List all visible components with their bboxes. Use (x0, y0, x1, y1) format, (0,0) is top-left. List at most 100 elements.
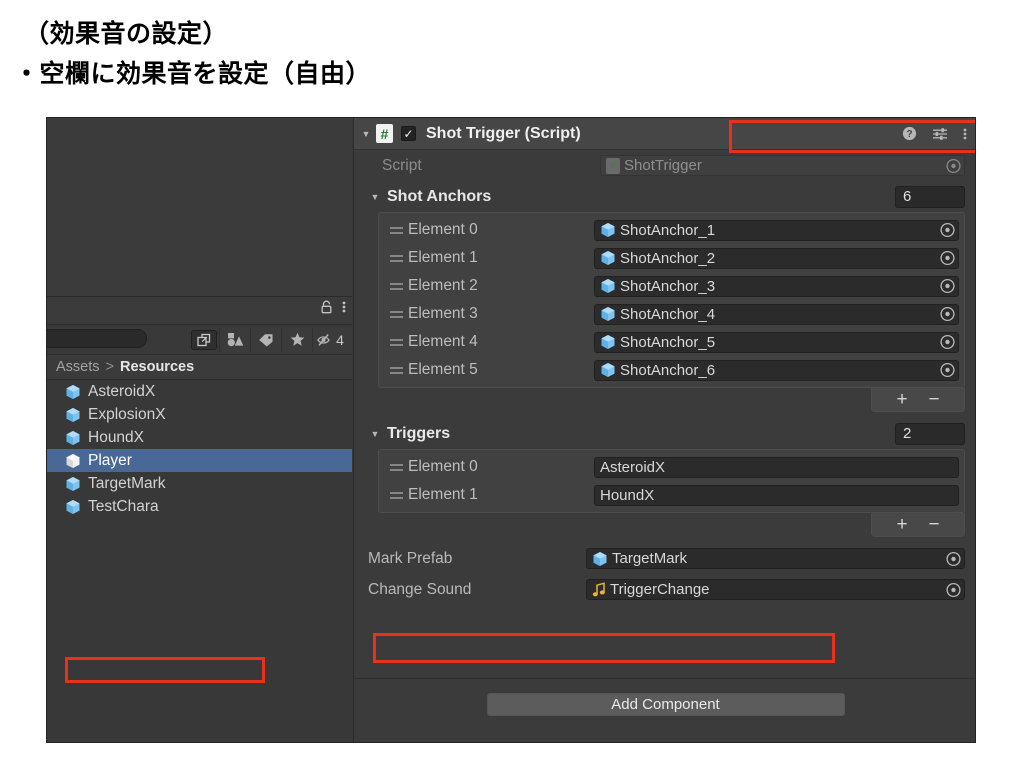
element-text-field[interactable]: AsteroidX (594, 456, 959, 478)
element-object-field[interactable]: ShotAnchor_3 (594, 275, 959, 297)
shot-anchors-size-input[interactable]: 6 (895, 185, 965, 208)
lock-icon[interactable] (320, 300, 333, 314)
shot-anchors-foldout-icon[interactable]: ▼ (368, 192, 382, 202)
triggers-size-input[interactable]: 2 (895, 422, 965, 445)
list-item[interactable]: Element 3 ShotAnchor_4 (384, 300, 959, 328)
breadcrumb: Assets > Resources (47, 355, 352, 380)
drag-handle-icon[interactable] (384, 366, 408, 374)
asset-row-player[interactable]: Player (47, 449, 352, 472)
drag-handle-icon[interactable] (384, 491, 408, 499)
preset-slider-icon[interactable] (932, 127, 948, 141)
hidden-eye-icon[interactable]: 4 (312, 327, 352, 352)
triggers-label: Triggers (387, 424, 451, 442)
remove-element-button[interactable]: − (928, 515, 939, 534)
object-picker-icon[interactable] (946, 582, 961, 597)
asset-row-explosionx[interactable]: ExplosionX (47, 403, 352, 426)
shot-anchors-list: Element 0 ShotAnchor_1 Element 1 ShotAnc… (378, 212, 965, 388)
object-picker-icon[interactable] (940, 362, 955, 378)
label-tag-icon[interactable] (250, 327, 281, 352)
element-label: Element 5 (408, 361, 478, 378)
asset-row-asteroidx[interactable]: AsteroidX (47, 380, 352, 403)
asset-row-targetmark[interactable]: TargetMark (47, 472, 352, 495)
triggers-list: Element 0 AsteroidX Element 1 HoundX (378, 449, 965, 513)
search-input[interactable] (47, 329, 147, 348)
remove-element-button[interactable]: − (928, 390, 939, 409)
object-picker-icon[interactable] (940, 250, 955, 266)
kebab-menu-icon[interactable] (342, 300, 346, 314)
element-object-field[interactable]: ShotAnchor_5 (594, 331, 959, 353)
object-picker-icon[interactable] (940, 334, 955, 350)
breadcrumb-root[interactable]: Assets (56, 359, 100, 375)
component-foldout-icon[interactable]: ▼ (359, 129, 373, 139)
list-item[interactable]: Element 2 ShotAnchor_3 (384, 272, 959, 300)
shot-anchors-header[interactable]: ▼ Shot Anchors 6 (354, 181, 975, 212)
change-sound-object-field[interactable]: TriggerChange (586, 579, 965, 600)
mark-prefab-label: Mark Prefab (368, 549, 453, 567)
component-title: Shot Trigger (Script) (426, 124, 581, 142)
script-file-icon: # (606, 157, 620, 174)
list-item[interactable]: Element 0 AsteroidX (384, 453, 959, 481)
component-enabled-checkbox[interactable]: ✓ (401, 126, 416, 141)
list-item[interactable]: Element 0 ShotAnchor_1 (384, 216, 959, 244)
shapes-filter-icon[interactable] (219, 327, 250, 352)
asset-row-testchara[interactable]: TestChara (47, 495, 352, 518)
prefab-cube-icon (66, 384, 80, 399)
list-item[interactable]: Element 5 ShotAnchor_6 (384, 356, 959, 384)
help-icon[interactable]: ? (902, 126, 917, 141)
svg-text:?: ? (906, 129, 912, 140)
element-text-field[interactable]: HoundX (594, 484, 959, 506)
prefab-cube-icon (601, 307, 615, 321)
object-picker-icon[interactable] (940, 222, 955, 238)
add-element-button[interactable]: + (896, 515, 907, 534)
element-object-field[interactable]: ShotAnchor_2 (594, 247, 959, 269)
object-picker-icon[interactable] (946, 551, 961, 566)
prefab-cube-icon (601, 223, 615, 237)
object-picker-icon[interactable] (946, 158, 961, 173)
object-picker-icon[interactable] (940, 306, 955, 322)
prefab-cube-icon (601, 363, 615, 377)
add-element-button[interactable]: + (896, 390, 907, 409)
element-value: ShotAnchor_3 (620, 277, 716, 295)
triggers-footer: + − (378, 513, 965, 537)
breadcrumb-current[interactable]: Resources (120, 359, 194, 375)
element-value: ShotAnchor_4 (620, 305, 716, 323)
kebab-menu-icon[interactable] (963, 127, 967, 141)
list-item[interactable]: Element 1 ShotAnchor_2 (384, 244, 959, 272)
element-label: Element 4 (408, 333, 478, 350)
popout-icon[interactable] (191, 329, 217, 350)
unity-editor-screenshot: 4 Assets > Resources AsteroidX Explosion… (46, 117, 976, 743)
triggers-foldout-icon[interactable]: ▼ (368, 429, 382, 439)
list-item[interactable]: Element 1 HoundX (384, 481, 959, 509)
component-header[interactable]: ▼ # ✓ Shot Trigger (Script) ? (354, 118, 975, 150)
object-picker-icon[interactable] (940, 278, 955, 294)
element-value: ShotAnchor_1 (620, 221, 716, 239)
mark-prefab-object-field[interactable]: TargetMark (586, 548, 965, 569)
prefab-cube-icon (66, 453, 80, 468)
element-object-field[interactable]: ShotAnchor_4 (594, 303, 959, 325)
mark-prefab-value: TargetMark (612, 550, 688, 567)
drag-handle-icon[interactable] (384, 463, 408, 471)
list-item[interactable]: Element 4 ShotAnchor_5 (384, 328, 959, 356)
change-sound-row: Change Sound TriggerChange (354, 574, 975, 605)
favorite-star-icon[interactable] (281, 327, 312, 352)
drag-handle-icon[interactable] (384, 282, 408, 290)
empty-panel-area (47, 118, 352, 296)
asset-row-houndx[interactable]: HoundX (47, 426, 352, 449)
project-toolbar: 4 (47, 325, 352, 355)
element-object-field[interactable]: ShotAnchor_6 (594, 359, 959, 381)
element-value: AsteroidX (600, 458, 666, 476)
element-label: Element 1 (408, 249, 478, 266)
add-component-button[interactable]: Add Component (486, 693, 845, 716)
drag-handle-icon[interactable] (384, 226, 408, 234)
add-component-area: Add Component (354, 678, 975, 716)
element-value: ShotAnchor_6 (620, 361, 716, 379)
project-titlebar (47, 297, 352, 325)
drag-handle-icon[interactable] (384, 338, 408, 346)
prefab-cube-icon (601, 335, 615, 349)
prefab-cube-icon (601, 279, 615, 293)
element-object-field[interactable]: ShotAnchor_1 (594, 219, 959, 241)
drag-handle-icon[interactable] (384, 310, 408, 318)
drag-handle-icon[interactable] (384, 254, 408, 262)
element-label: Element 0 (408, 458, 478, 475)
triggers-header[interactable]: ▼ Triggers 2 (354, 418, 975, 449)
